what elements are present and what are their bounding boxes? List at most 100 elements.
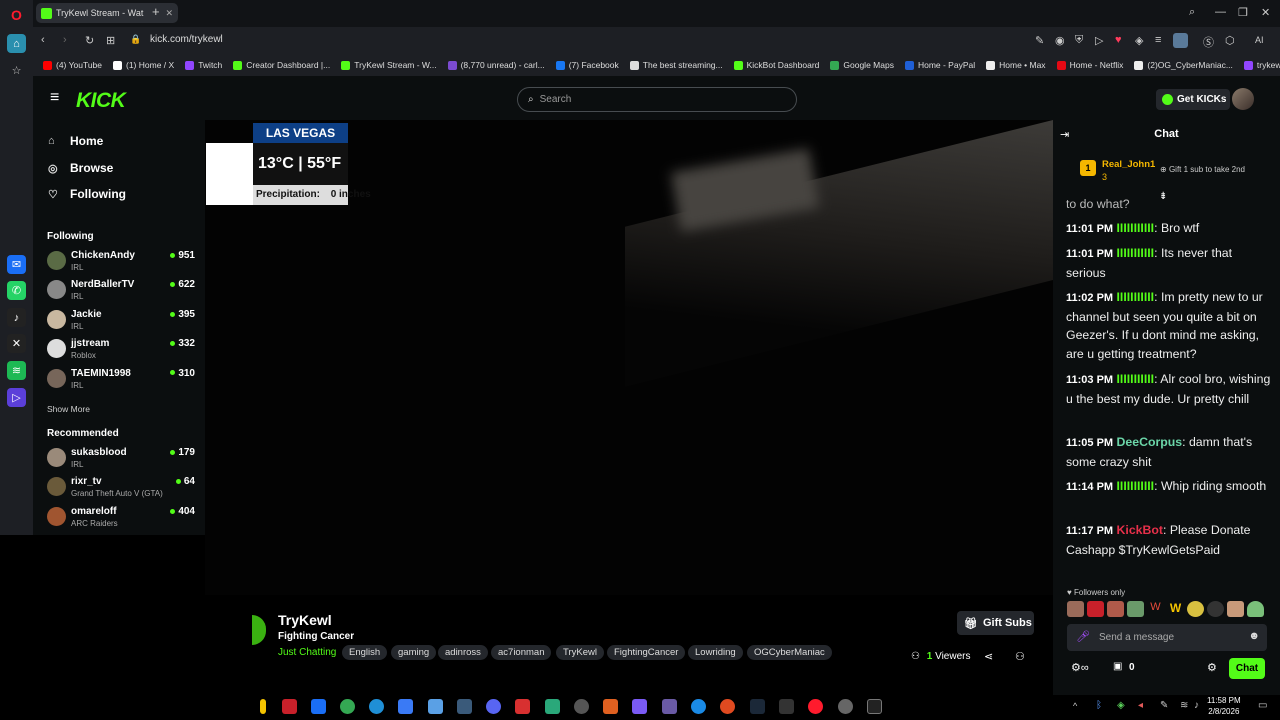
streamer-name[interactable]: TryKewl (278, 612, 332, 628)
channel-item[interactable]: jjstream Roblox 332 (47, 338, 195, 364)
extensions-icon[interactable]: ⬡ (1225, 34, 1235, 47)
camera-icon[interactable]: ◉ (1055, 34, 1065, 47)
messenger-icon[interactable]: ✉ (7, 255, 26, 274)
emote-8-icon[interactable] (1207, 601, 1224, 617)
bookmark-item[interactable]: Creator Dashboard |... (233, 60, 330, 70)
emoji-icon[interactable]: ☻ (1248, 630, 1260, 642)
steam-icon[interactable] (750, 699, 765, 714)
chat-username[interactable]: KickBot (1117, 523, 1163, 537)
stream-tag[interactable]: Lowriding (688, 645, 743, 660)
close-window-icon[interactable]: ✕ (1261, 6, 1270, 19)
streamer-avatar[interactable] (252, 615, 266, 645)
bookmark-item[interactable]: trykewl - Twitch (1243, 60, 1280, 70)
cube-icon[interactable]: ◈ (1135, 34, 1143, 47)
tiktok-icon[interactable]: ♪ (7, 308, 26, 327)
emote-7-icon[interactable] (1187, 601, 1204, 617)
emote-10-icon[interactable] (1247, 601, 1264, 617)
channel-item[interactable]: Jackie IRL 395 (47, 309, 195, 335)
bookmark-item[interactable]: Home • Max (986, 60, 1046, 70)
home-icon[interactable]: ⌂ (7, 34, 26, 53)
minimize-icon[interactable]: — (1215, 6, 1226, 18)
pinned-user[interactable]: Real_John1 (1102, 159, 1155, 170)
emote-4-icon[interactable] (1127, 601, 1144, 617)
get-kicks-button[interactable]: Get KICKs (1156, 89, 1230, 110)
file-explorer-icon[interactable] (260, 699, 266, 714)
channel-item[interactable]: rixr_tv Grand Theft Auto V (GTA) 64 (47, 476, 195, 502)
app-8-icon[interactable] (691, 699, 706, 714)
url-field[interactable]: kick.com/trykewl (150, 34, 223, 45)
channel-item[interactable]: TAEMIN1998 IRL 310 (47, 368, 195, 394)
reload-icon[interactable]: ↻ (85, 34, 94, 47)
bookmark-item[interactable]: (7) Facebook (555, 60, 619, 70)
stream-tag[interactable]: ac7ionman (491, 645, 552, 660)
hamburger-menu-icon[interactable]: ≡ (50, 89, 59, 107)
chat-username[interactable]: IIIIIIIIIII (1117, 221, 1155, 235)
stream-tag[interactable]: TryKewl (556, 645, 604, 660)
app-1-icon[interactable] (282, 699, 297, 714)
channel-item[interactable]: sukasblood IRL 179 (47, 447, 195, 473)
shield-icon[interactable]: ⛨ (1075, 34, 1083, 47)
tray-app-3-icon[interactable]: ✎ (1160, 700, 1168, 711)
emote-5-icon[interactable]: W (1147, 601, 1164, 617)
chat-username[interactable]: IIIIIIIIIII (1117, 290, 1155, 304)
channel-item[interactable]: NerdBallerTV IRL 622 (47, 279, 195, 305)
tray-app-2-icon[interactable]: ◂ (1138, 700, 1143, 711)
spotify-icon[interactable]: ≋ (7, 361, 26, 380)
bookmark-item[interactable]: Home - PayPal (904, 60, 975, 70)
emote-9-icon[interactable] (1227, 601, 1244, 617)
bookmark-item[interactable]: (1) Home / X (113, 60, 174, 70)
emote-2-icon[interactable] (1087, 601, 1104, 617)
channel-item[interactable]: ChickenAndy IRL 951 (47, 250, 195, 276)
epic-games-icon[interactable] (779, 699, 794, 714)
app-3-icon[interactable] (515, 699, 530, 714)
microphone-icon[interactable]: 🎤︎ (1076, 630, 1090, 643)
player-icon[interactable]: ▷ (7, 388, 26, 407)
tray-app-icon[interactable]: ◈ (1117, 700, 1125, 711)
chat-send-button[interactable]: Chat (1229, 658, 1265, 679)
stream-tag[interactable]: English (342, 645, 388, 660)
opera-icon[interactable] (808, 699, 823, 714)
chat-settings-icon[interactable]: ⚙ (1207, 661, 1217, 674)
bookmark-item[interactable]: KickBot Dashboard (733, 60, 819, 70)
stream-tag[interactable]: OGCyberManiac (747, 645, 832, 660)
chat-username[interactable]: IIIIIIIIIII (1117, 372, 1155, 386)
whatsapp-icon[interactable]: ✆ (7, 281, 26, 300)
chat-username[interactable]: IIIIIIIIIII (1117, 479, 1155, 493)
channel-item[interactable]: omareloff ARC Raiders 404 (47, 506, 195, 532)
chat-message-input[interactable]: 🎤︎ Send a message ☻ (1067, 624, 1267, 651)
edit-icon[interactable]: ✎ (1035, 34, 1044, 47)
bookmark-item[interactable]: Home - Netflix (1056, 60, 1123, 70)
nav-following[interactable]: ♡ Following (48, 187, 126, 201)
bookmark-item[interactable]: Google Maps (830, 60, 894, 70)
app-4-icon[interactable] (545, 699, 560, 714)
gift-subs-button[interactable]: 🎁︎ Gift Subs (957, 611, 1034, 635)
app-9-icon[interactable] (720, 699, 735, 714)
tabs-grid-icon[interactable]: ⊞ (106, 34, 115, 47)
gamepad-icon[interactable] (632, 699, 647, 714)
tray-chevron-icon[interactable]: ^ (1073, 701, 1077, 711)
discord-icon[interactable] (486, 699, 501, 714)
x-icon[interactable]: ✕ (7, 334, 26, 353)
bookmark-item[interactable]: (8,770 unread) - carl... (447, 60, 545, 70)
points-icon[interactable]: ▣ (1113, 661, 1122, 672)
ai-button[interactable]: AI (1255, 35, 1264, 45)
new-tab-icon[interactable]: + (152, 4, 160, 19)
app-2-icon[interactable] (457, 699, 472, 714)
opera-logo-icon[interactable]: O (7, 5, 26, 24)
wifi-icon[interactable]: ≋ (1180, 700, 1188, 711)
video-player[interactable]: LAS VEGAS 13°C | 55°F Precipitation: 0 i… (205, 120, 1053, 595)
app-7-icon[interactable] (662, 699, 677, 714)
chat-username[interactable]: DeeCorpus (1117, 435, 1183, 449)
volume-icon[interactable]: ♪ (1194, 700, 1199, 711)
notepad-icon[interactable] (428, 699, 443, 714)
notifications-icon[interactable]: ▭ (1258, 700, 1267, 711)
stream-tag[interactable]: FightingCancer (607, 645, 686, 660)
emote-6-icon[interactable]: W (1167, 601, 1184, 617)
forward-icon[interactable]: › (63, 34, 67, 46)
follow-icon[interactable]: ⚇ (1015, 650, 1025, 663)
app-5-icon[interactable] (574, 699, 589, 714)
user-avatar[interactable] (1232, 88, 1254, 110)
search-tabs-icon[interactable]: ⌕ (1189, 6, 1195, 19)
nav-browse[interactable]: ◎ Browse (48, 161, 113, 175)
maximize-icon[interactable]: ❐ (1238, 6, 1248, 19)
